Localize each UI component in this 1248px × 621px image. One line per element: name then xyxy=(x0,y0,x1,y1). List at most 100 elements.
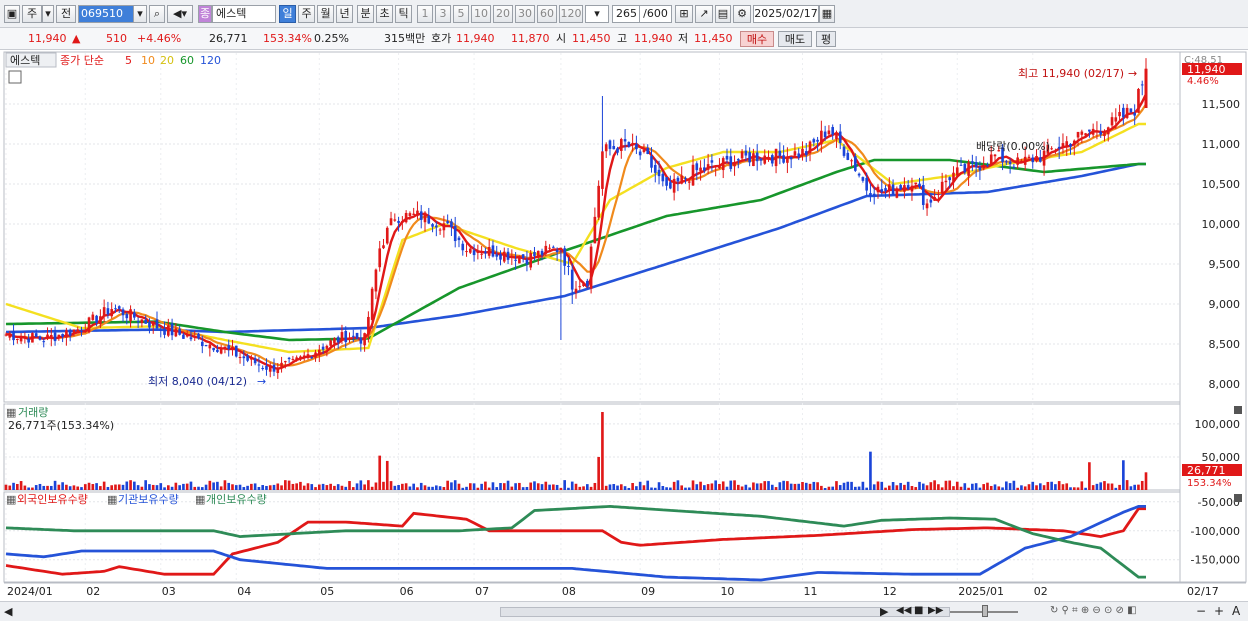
volume-bar xyxy=(163,487,166,490)
candle-body xyxy=(733,163,736,167)
volume-bar xyxy=(948,480,952,490)
volume-title: 거래량 xyxy=(18,406,48,419)
candle-body xyxy=(567,265,570,267)
volume-bar xyxy=(891,482,895,490)
candle-body xyxy=(642,150,646,152)
candle-body xyxy=(1095,131,1099,133)
volume-bar xyxy=(170,486,174,490)
volume-bar xyxy=(1027,484,1031,490)
volume-bar xyxy=(804,482,808,490)
candle-body xyxy=(189,337,193,340)
candle-body xyxy=(385,227,389,244)
candle-body xyxy=(151,321,155,326)
volume-bar xyxy=(1110,483,1114,490)
volume-bar xyxy=(752,482,755,490)
candle-body xyxy=(453,226,457,242)
auto-scale-button[interactable]: A xyxy=(1232,604,1240,618)
last-pct-label: 4.46% xyxy=(1187,76,1219,87)
candle-body xyxy=(680,175,684,184)
volume-bar xyxy=(744,484,748,490)
volume-bar xyxy=(672,481,676,490)
rewind-icon[interactable]: ◀◀ xyxy=(896,605,911,616)
volume-bar xyxy=(1129,486,1133,490)
holdings-close-icon[interactable] xyxy=(1234,494,1242,502)
volume-tick-label: 100,000 xyxy=(1195,418,1241,431)
candle-body xyxy=(963,163,967,173)
volume-bar xyxy=(53,480,57,490)
volume-bar xyxy=(510,486,514,490)
candle-body xyxy=(8,334,12,338)
table-icon[interactable] xyxy=(8,70,22,84)
candle-body xyxy=(76,329,80,333)
candle-body xyxy=(468,248,472,253)
candle-body xyxy=(921,185,925,206)
volume-bar xyxy=(838,485,842,490)
candle-body xyxy=(193,336,197,338)
candle-body xyxy=(53,332,57,342)
volume-bar xyxy=(944,480,948,490)
scroll-right-icon[interactable]: ▶ xyxy=(880,605,888,618)
candle-body xyxy=(759,158,763,161)
volume-bar xyxy=(8,485,12,490)
volume-bar xyxy=(895,485,899,490)
volume-bar xyxy=(612,484,616,490)
volume-bar xyxy=(933,480,936,490)
candle-body xyxy=(148,321,151,328)
volume-bar xyxy=(1076,487,1080,490)
candle-body xyxy=(457,237,461,241)
candle-body xyxy=(1054,150,1057,152)
volume-bar xyxy=(706,484,710,490)
legend-retail: 개인보유수량 xyxy=(206,493,267,506)
volume-bar xyxy=(514,483,517,490)
candle-body xyxy=(140,319,144,324)
scroll-left-icon[interactable]: ◀ xyxy=(4,605,12,618)
candle-body xyxy=(416,210,419,216)
volume-bar xyxy=(295,483,298,490)
month-tick-label: 10 xyxy=(720,585,734,598)
volume-bar xyxy=(1023,486,1027,490)
volume-bar xyxy=(382,481,385,490)
candle-body xyxy=(114,308,117,310)
volume-bar xyxy=(582,486,585,490)
volume-bar xyxy=(559,487,563,490)
last-price-label: 11,940 xyxy=(1187,63,1226,76)
candle-body xyxy=(763,155,767,164)
forward-icon[interactable]: ▶▶ xyxy=(928,605,943,616)
zoom-in-button[interactable]: + xyxy=(1214,604,1224,618)
volume-bar xyxy=(823,488,827,490)
volume-bar xyxy=(99,486,102,490)
candle-body xyxy=(812,139,816,143)
candle-body xyxy=(446,221,449,224)
volume-bar xyxy=(374,482,378,490)
candle-body xyxy=(280,362,283,368)
volume-bar xyxy=(450,482,453,490)
candle-body xyxy=(876,186,880,193)
legend-ma10: 10 xyxy=(141,54,155,67)
candle-body xyxy=(767,158,770,160)
candle-body xyxy=(200,341,204,347)
volume-bar xyxy=(812,481,816,490)
candle-body xyxy=(182,334,185,339)
volume-bar xyxy=(1057,481,1061,490)
candle-body xyxy=(261,367,265,369)
volume-bar xyxy=(106,486,110,490)
volume-current: 26,771주(153.34%) xyxy=(8,419,114,432)
volume-panel xyxy=(3,403,1181,491)
zoom-handle[interactable] xyxy=(982,605,988,617)
candle-body xyxy=(317,349,321,356)
tool-icons[interactable]: ↻ ⚲ ⌗ ⊕ ⊖ ⊙ ⊘ ◧ xyxy=(1050,605,1137,616)
volume-bar xyxy=(102,481,106,490)
volume-bar xyxy=(457,483,461,490)
candle-body xyxy=(793,151,797,156)
volume-close-icon[interactable] xyxy=(1234,406,1242,414)
candle-body xyxy=(804,151,808,156)
candle-body xyxy=(72,329,76,335)
zoom-out-button[interactable]: − xyxy=(1196,604,1206,618)
volume-bar xyxy=(529,482,533,490)
volume-bar xyxy=(910,486,914,490)
volume-bar xyxy=(563,480,566,490)
volume-bar xyxy=(174,482,178,490)
stop-icon[interactable]: ■ xyxy=(914,605,923,616)
volume-bar xyxy=(808,483,812,490)
bottom-scrollbar[interactable]: ◀ ▶ ◀◀ ■ ▶▶ ↻ ⚲ ⌗ ⊕ ⊖ ⊙ ⊘ ◧ − + A xyxy=(0,601,1248,621)
